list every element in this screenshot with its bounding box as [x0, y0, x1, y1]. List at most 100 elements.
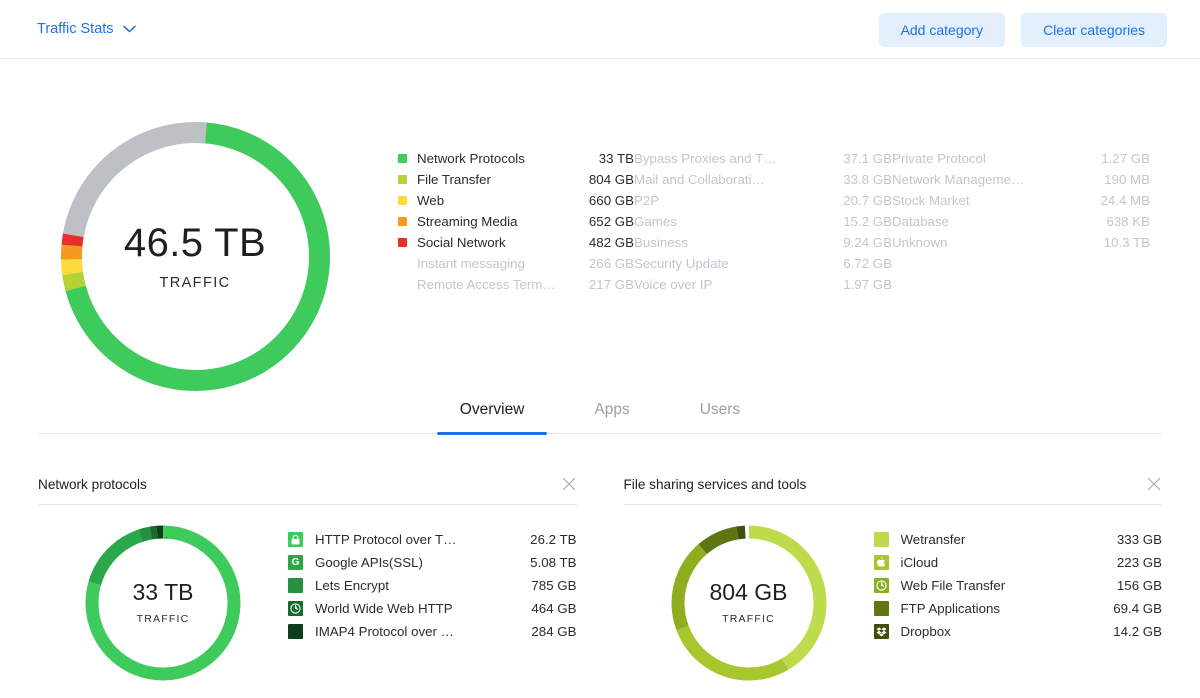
list-item[interactable]: iCloud 223 GB	[873, 551, 1162, 574]
item-label: Wetransfer	[900, 532, 966, 547]
legend-item[interactable]: File Transfer 804 GB	[398, 169, 634, 190]
item-label: Dropbox	[900, 624, 951, 639]
close-icon[interactable]	[561, 476, 577, 492]
chevron-down-icon	[122, 25, 136, 33]
list-item[interactable]: Dropbox 14.2 GB	[873, 620, 1162, 643]
legend-value: 660 GB	[588, 193, 634, 208]
legend-item[interactable]: Network Manageme… 190 MB	[892, 169, 1150, 190]
legend-item[interactable]: Web 660 GB	[398, 190, 634, 211]
legend-label: Voice over IP	[634, 277, 713, 292]
legend-item[interactable]: Private Protocol 1.27 GB	[892, 148, 1150, 169]
legend-label: Streaming Media	[417, 214, 518, 229]
traffic-stats-dropdown[interactable]: Traffic Stats	[37, 21, 136, 37]
legend-label: Security Update	[634, 256, 729, 271]
panel-donut-chart: 804 GB TRAFFIC	[624, 523, 874, 683]
panel-body: 33 TB TRAFFIC HTTP Protocol over T… 26.2…	[38, 505, 577, 683]
legend-item[interactable]: Voice over IP 1.97 GB	[634, 274, 892, 295]
list-item[interactable]: Web File Transfer 156 GB	[873, 574, 1162, 597]
legend-swatch	[398, 175, 407, 184]
legend-label: Private Protocol	[892, 151, 986, 166]
legend-item[interactable]: Stock Market 24.4 MB	[892, 190, 1150, 211]
legend-label: Games	[634, 214, 677, 229]
legend-value: 482 GB	[588, 235, 634, 250]
globe-icon	[873, 578, 889, 593]
clear-categories-button[interactable]: Clear categories	[1021, 13, 1167, 47]
legend-label: Web	[417, 193, 445, 208]
legend-item[interactable]: Network Protocols 33 TB	[398, 148, 634, 169]
legend-label: Unknown	[892, 235, 948, 250]
legend-item[interactable]: Mail and Collaborati… 33.8 GB	[634, 169, 892, 190]
item-label: Google APIs(SSL)	[315, 555, 423, 570]
legend-item[interactable]: Bypass Proxies and T… 37.1 GB	[634, 148, 892, 169]
tab-overview[interactable]: Overview	[436, 389, 548, 435]
legend-value: 15.2 GB	[843, 214, 892, 229]
brand-label: Traffic Stats	[37, 21, 114, 37]
legend-value: 24.4 MB	[1100, 193, 1150, 208]
list-item[interactable]: World Wide Web HTTP 464 GB	[288, 597, 577, 620]
legend-value: 804 GB	[588, 172, 634, 187]
legend-column-3: Private Protocol 1.27 GB Network Managem…	[892, 148, 1150, 389]
legend-value: 10.3 TB	[1103, 235, 1150, 250]
dropbox-icon	[873, 624, 889, 639]
item-label: HTTP Protocol over T…	[315, 532, 457, 547]
list-item[interactable]: Lets Encrypt 785 GB	[288, 574, 577, 597]
square-icon	[288, 624, 303, 639]
legend-swatch	[398, 154, 407, 163]
legend-swatch	[398, 280, 407, 289]
legend-column-2: Bypass Proxies and T… 37.1 GB Mail and C…	[634, 148, 892, 389]
legend-item[interactable]: Social Network 482 GB	[398, 232, 634, 253]
legend-value: 1.97 GB	[843, 277, 892, 292]
legend-value: 20.7 GB	[843, 193, 892, 208]
legend-item[interactable]: Unknown 10.3 TB	[892, 232, 1150, 253]
traffic-overview-section: 46.5 TB TRAFFIC Network Protocols 33 TB …	[0, 59, 1200, 391]
square-icon	[873, 532, 889, 547]
item-value: 156 GB	[1116, 578, 1162, 593]
panel-donut-chart: 33 TB TRAFFIC	[38, 523, 288, 683]
legend-label: Remote Access Term…	[417, 277, 556, 292]
list-item[interactable]: IMAP4 Protocol over … 284 GB	[288, 620, 577, 643]
legend-swatch	[398, 238, 407, 247]
legend-item[interactable]: Remote Access Term… 217 GB	[398, 274, 634, 295]
close-icon[interactable]	[1146, 476, 1162, 492]
list-item[interactable]: FTP Applications 69.4 GB	[873, 597, 1162, 620]
item-label: Web File Transfer	[900, 578, 1006, 593]
panel-donut-svg	[671, 525, 826, 681]
legend-item[interactable]: P2P 20.7 GB	[634, 190, 892, 211]
item-value: 785 GB	[531, 578, 577, 593]
panel-body: 804 GB TRAFFIC Wetransfer 333 GB iCloud …	[624, 505, 1162, 683]
legend-item[interactable]: Security Update 6.72 GB	[634, 253, 892, 274]
tab-apps[interactable]: Apps	[571, 389, 652, 434]
panel-title: Network protocols	[38, 476, 147, 492]
add-category-button[interactable]: Add category	[878, 13, 1006, 47]
panel-title: File sharing services and tools	[623, 476, 807, 492]
panel-item-list: Wetransfer 333 GB iCloud 223 GB Web File…	[873, 523, 1162, 683]
legend-item[interactable]: Instant messaging 266 GB	[398, 253, 634, 274]
legend-value: 9.24 GB	[843, 235, 892, 250]
panel-header: File sharing services and tools	[623, 476, 1162, 505]
tab-users[interactable]: Users	[677, 389, 763, 434]
item-value: 284 GB	[531, 624, 577, 639]
legend-item[interactable]: Database 638 KB	[892, 211, 1150, 232]
top-bar-actions: Add category Clear categories	[878, 13, 1167, 47]
item-label: IMAP4 Protocol over …	[315, 624, 454, 639]
legend-value: 638 KB	[1106, 214, 1150, 229]
item-value: 464 GB	[531, 601, 577, 616]
legend-label: Database	[892, 214, 949, 229]
legend-item[interactable]: Games 15.2 GB	[634, 211, 892, 232]
list-item[interactable]: HTTP Protocol over T… 26.2 TB	[288, 528, 577, 551]
legend-item[interactable]: Streaming Media 652 GB	[398, 211, 634, 232]
list-item[interactable]: Wetransfer 333 GB	[873, 528, 1162, 551]
legend-label: Stock Market	[892, 193, 970, 208]
legend-item[interactable]: Business 9.24 GB	[634, 232, 892, 253]
legend-column-1: Network Protocols 33 TB File Transfer 80…	[390, 148, 634, 389]
panel-item-list: HTTP Protocol over T… 26.2 TB G Google A…	[288, 523, 577, 683]
legend-label: Instant messaging	[417, 256, 525, 271]
legend-value: 266 GB	[588, 256, 634, 271]
item-value: 223 GB	[1116, 555, 1162, 570]
legend-value: 652 GB	[588, 214, 634, 229]
list-item[interactable]: G Google APIs(SSL) 5.08 TB	[288, 551, 577, 574]
item-value: 69.4 GB	[1113, 601, 1162, 616]
legend-value: 1.27 GB	[1101, 151, 1150, 166]
tab-bar: Overview Apps Users	[38, 389, 1162, 435]
item-value: 5.08 TB	[530, 555, 577, 570]
